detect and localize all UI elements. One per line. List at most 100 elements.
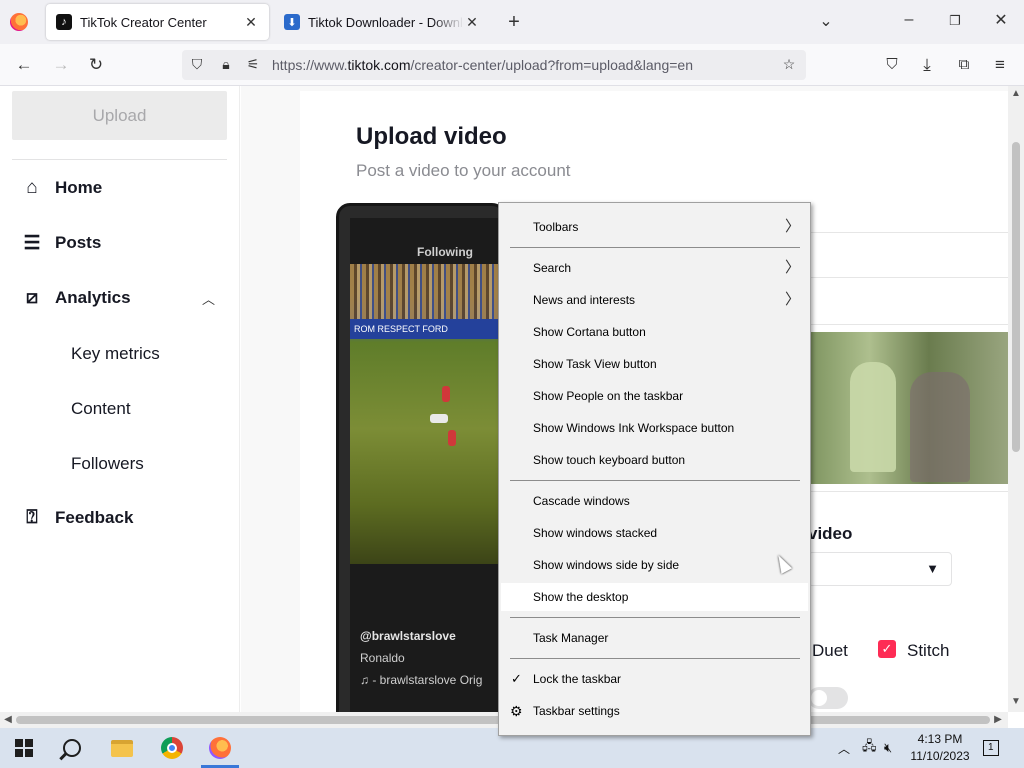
list-all-tabs-icon[interactable]: ⌄ (816, 12, 836, 32)
menu-item-label: News and interests (533, 293, 636, 307)
chrome-icon (161, 737, 183, 759)
clock[interactable]: 4:13 PM 11/10/2023 (904, 731, 976, 765)
scroll-right-icon[interactable]: ▶ (990, 714, 1006, 725)
divider (810, 324, 1008, 325)
clock-date: 11/10/2023 (910, 749, 970, 763)
sidebar-item-key-metrics[interactable]: Key metrics (71, 344, 160, 364)
creator-handle: @brawlstarslove (360, 629, 456, 643)
upload-button[interactable]: Upload (12, 91, 227, 140)
new-tab-icon[interactable]: + (504, 12, 524, 32)
divider (810, 232, 1008, 233)
clock-time: 4:13 PM (917, 732, 963, 746)
thumbnail-figure (910, 372, 970, 482)
permissions-icon[interactable]: ⚟ (244, 56, 262, 74)
thumbnail-figure (850, 362, 896, 472)
sidebar-item-home[interactable]: ⌂ Home (20, 173, 102, 203)
restore-icon[interactable]: ❐ (945, 11, 965, 31)
cover-thumbnails[interactable] (810, 332, 1008, 484)
menu-item-show-ink-workspace[interactable]: Show Windows Ink Workspace button (501, 414, 808, 442)
menu-item-label: Taskbar settings (533, 704, 620, 718)
duet-label: Duet (812, 641, 848, 660)
menu-item-lock-the-taskbar[interactable]: ✓ Lock the taskbar (501, 665, 808, 693)
menu-item-show-cortana-button[interactable]: Show Cortana button (501, 318, 808, 346)
menu-item-news-and-interests[interactable]: News and interests 〉 (501, 286, 808, 314)
menu-separator (510, 480, 800, 481)
download-icon: ⬇ (284, 14, 300, 30)
menu-item-show-touch-keyboard[interactable]: Show touch keyboard button (501, 446, 808, 474)
menu-item-label: Search (533, 261, 572, 275)
menu-item-show-people[interactable]: Show People on the taskbar (501, 382, 808, 410)
forward-icon[interactable]: → (49, 54, 73, 76)
url-text[interactable]: https://www.tiktok.com/creator-center/up… (272, 57, 693, 73)
close-tab-icon[interactable]: ✕ (243, 14, 259, 31)
video-preview[interactable]: Following ROM RESPECT FORD @brawlstarslo… (350, 218, 505, 712)
url-bar[interactable]: ⛉ 🔒︎ ⚟ https://www.tiktok.com/creator-ce… (182, 50, 806, 80)
feedback-icon: ⍰ (26, 507, 38, 528)
stitch-checkbox[interactable]: ✓ (878, 640, 896, 658)
chevron-right-icon: 〉 (784, 218, 800, 235)
chrome-button[interactable] (148, 728, 196, 768)
scroll-left-icon[interactable]: ◀ (0, 714, 16, 725)
menu-item-label: Lock the taskbar (533, 672, 622, 686)
who-can-watch-label: video (808, 524, 853, 543)
menu-item-toolbars[interactable]: Toolbars 〉 (501, 213, 808, 241)
bookmark-star-icon[interactable]: ☆ (780, 56, 798, 74)
firefox-icon[interactable] (10, 13, 28, 31)
start-button[interactable] (0, 728, 48, 768)
minimize-icon[interactable]: – (899, 10, 919, 30)
sidebar-item-posts[interactable]: ☰ Posts (20, 228, 101, 258)
player (448, 430, 456, 446)
close-window-icon[interactable]: ✕ (991, 11, 1011, 31)
sidebar-item-label: Feedback (55, 508, 134, 527)
tab-tiktok-creator-center[interactable]: ♪ TikTok Creator Center ✕ (46, 4, 269, 40)
gear-icon: ⚙ (510, 703, 523, 719)
sidebar-item-feedback[interactable]: ⍰ Feedback (20, 503, 133, 533)
downloads-icon[interactable]: ⤓ (915, 54, 939, 76)
file-explorer-button[interactable] (98, 728, 146, 768)
search-button[interactable] (48, 728, 96, 768)
privacy-select[interactable]: ▼ (808, 552, 952, 586)
pocket-icon[interactable]: ⛉ (880, 54, 904, 76)
vertical-scrollbar[interactable]: ▲ ▼ (1008, 86, 1024, 712)
sidebar-item-analytics[interactable]: ⧄ Analytics (20, 283, 131, 313)
divider (810, 491, 1008, 492)
lock-icon[interactable]: 🔒︎ (217, 56, 235, 74)
chevron-right-icon: 〉 (784, 291, 800, 308)
chevron-up-icon[interactable]: ︿ (202, 289, 215, 308)
menu-item-search[interactable]: Search 〉 (501, 254, 808, 282)
back-icon[interactable]: ← (12, 54, 36, 76)
sidebar-item-label: Posts (55, 233, 102, 252)
menu-item-task-manager[interactable]: Task Manager (501, 624, 808, 652)
firefox-taskbar-button[interactable] (196, 728, 244, 768)
action-center-icon[interactable]: 1 (983, 728, 1007, 768)
browser-tab-bar: ♪ TikTok Creator Center ✕ ⬇ Tiktok Downl… (0, 0, 1024, 44)
tab-tiktok-downloader[interactable]: ⬇ Tiktok Downloader - Download ✕ (274, 4, 490, 40)
page-subtitle: Post a video to your account (356, 161, 571, 180)
reload-icon[interactable]: ↻ (84, 54, 108, 76)
shield-icon[interactable]: ⛉ (188, 56, 206, 74)
menu-item-taskbar-settings[interactable]: ⚙ Taskbar settings (501, 697, 808, 725)
folder-icon (111, 739, 133, 757)
show-hidden-icons[interactable]: ︿ (838, 728, 854, 768)
menu-item-show-windows-side-by-side[interactable]: Show windows side by side (501, 551, 808, 579)
stitch-label: Stitch (907, 641, 950, 660)
menu-item-show-task-view-button[interactable]: Show Task View button (501, 350, 808, 378)
scroll-up-icon[interactable]: ▲ (1008, 88, 1024, 99)
scrollbar-thumb[interactable] (1012, 142, 1020, 452)
menu-item-show-the-desktop[interactable]: Show the desktop (501, 583, 808, 611)
sound-label: ♫ - brawlstarslove Orig (360, 673, 483, 687)
menu-item-cascade-windows[interactable]: Cascade windows (501, 487, 808, 515)
extensions-icon[interactable]: ⧉ (952, 54, 976, 76)
close-tab-icon[interactable]: ✕ (464, 14, 480, 31)
scroll-down-icon[interactable]: ▼ (1008, 696, 1024, 707)
tab-label: Tiktok Downloader - Download (308, 14, 464, 30)
menu-item-show-windows-stacked[interactable]: Show windows stacked (501, 519, 808, 547)
sidebar-item-content[interactable]: Content (71, 399, 131, 419)
toggle-switch[interactable] (808, 687, 848, 709)
menu-icon[interactable]: ≡ (988, 54, 1012, 76)
search-icon (63, 739, 81, 757)
player (430, 414, 448, 423)
sidebar-item-followers[interactable]: Followers (71, 454, 144, 474)
volume-muted-icon[interactable]: 🔇︎ (884, 728, 902, 768)
network-icon[interactable]: 🖧︎ (862, 728, 880, 768)
